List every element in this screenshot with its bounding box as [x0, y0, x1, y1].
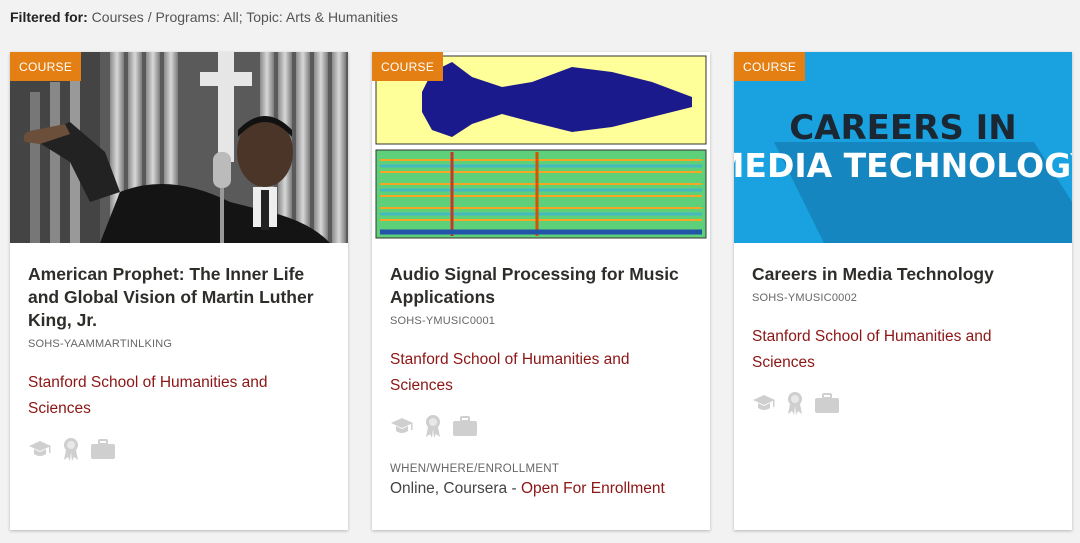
ribbon-award-icon [62, 437, 80, 466]
enrollment-status-link[interactable]: Open For Enrollment [521, 480, 665, 497]
enrollment-location: Online, Coursera - [390, 480, 521, 497]
school-name: Stanford School of Humanities and Scienc… [752, 328, 992, 371]
filter-label: Filtered for: [10, 9, 88, 25]
briefcase-icon [814, 392, 840, 419]
course-title[interactable]: Careers in Media Technology [752, 263, 1054, 286]
course-icons [28, 437, 330, 465]
course-image-audio[interactable]: COURSE [372, 52, 710, 243]
course-card[interactable]: COURSE American Prophet: The Inner Life … [10, 52, 348, 530]
course-image-mlk[interactable]: COURSE [10, 52, 348, 243]
briefcase-icon [452, 415, 478, 442]
course-badge: COURSE [10, 52, 82, 81]
course-card[interactable]: COURSE Audio Signal Processing for Music… [372, 52, 710, 530]
course-icons [390, 414, 692, 442]
graduation-cap-icon [28, 439, 52, 464]
course-code: SOHS-YMUSIC0001 [390, 315, 496, 327]
course-image-media[interactable]: CAREERS IN MEDIA TECHNOLOGY COURSE [734, 52, 1072, 243]
course-title[interactable]: American Prophet: The Inner Life and Glo… [28, 263, 330, 332]
banner-line2: MEDIA TECHNOLOGY [734, 146, 1072, 185]
course-icons [752, 391, 1054, 419]
banner-line1: CAREERS IN [789, 108, 1017, 148]
course-badge: COURSE [372, 52, 444, 81]
ribbon-award-icon [786, 391, 804, 420]
filter-value: Courses / Programs: All; Topic: Arts & H… [91, 9, 398, 25]
school-name: Stanford School of Humanities and Scienc… [390, 351, 630, 394]
ribbon-award-icon [424, 414, 442, 443]
course-code: SOHS-YAAMMARTINLKING [28, 338, 173, 350]
filter-summary: Filtered for: Courses / Programs: All; T… [10, 9, 398, 25]
briefcase-icon [90, 438, 116, 465]
course-card[interactable]: CAREERS IN MEDIA TECHNOLOGY COURSE Caree… [734, 52, 1072, 530]
graduation-cap-icon [752, 393, 776, 418]
course-code: SOHS-YMUSIC0002 [752, 292, 858, 304]
course-badge: COURSE [734, 52, 806, 81]
course-title[interactable]: Audio Signal Processing for Music Applic… [390, 263, 692, 309]
enrollment-info: Online, Coursera - Open For Enrollment [390, 480, 692, 498]
enrollment-label: WHEN/WHERE/ENROLLMENT [390, 463, 560, 475]
graduation-cap-icon [390, 416, 414, 441]
school-name: Stanford School of Humanities and Scienc… [28, 374, 268, 417]
